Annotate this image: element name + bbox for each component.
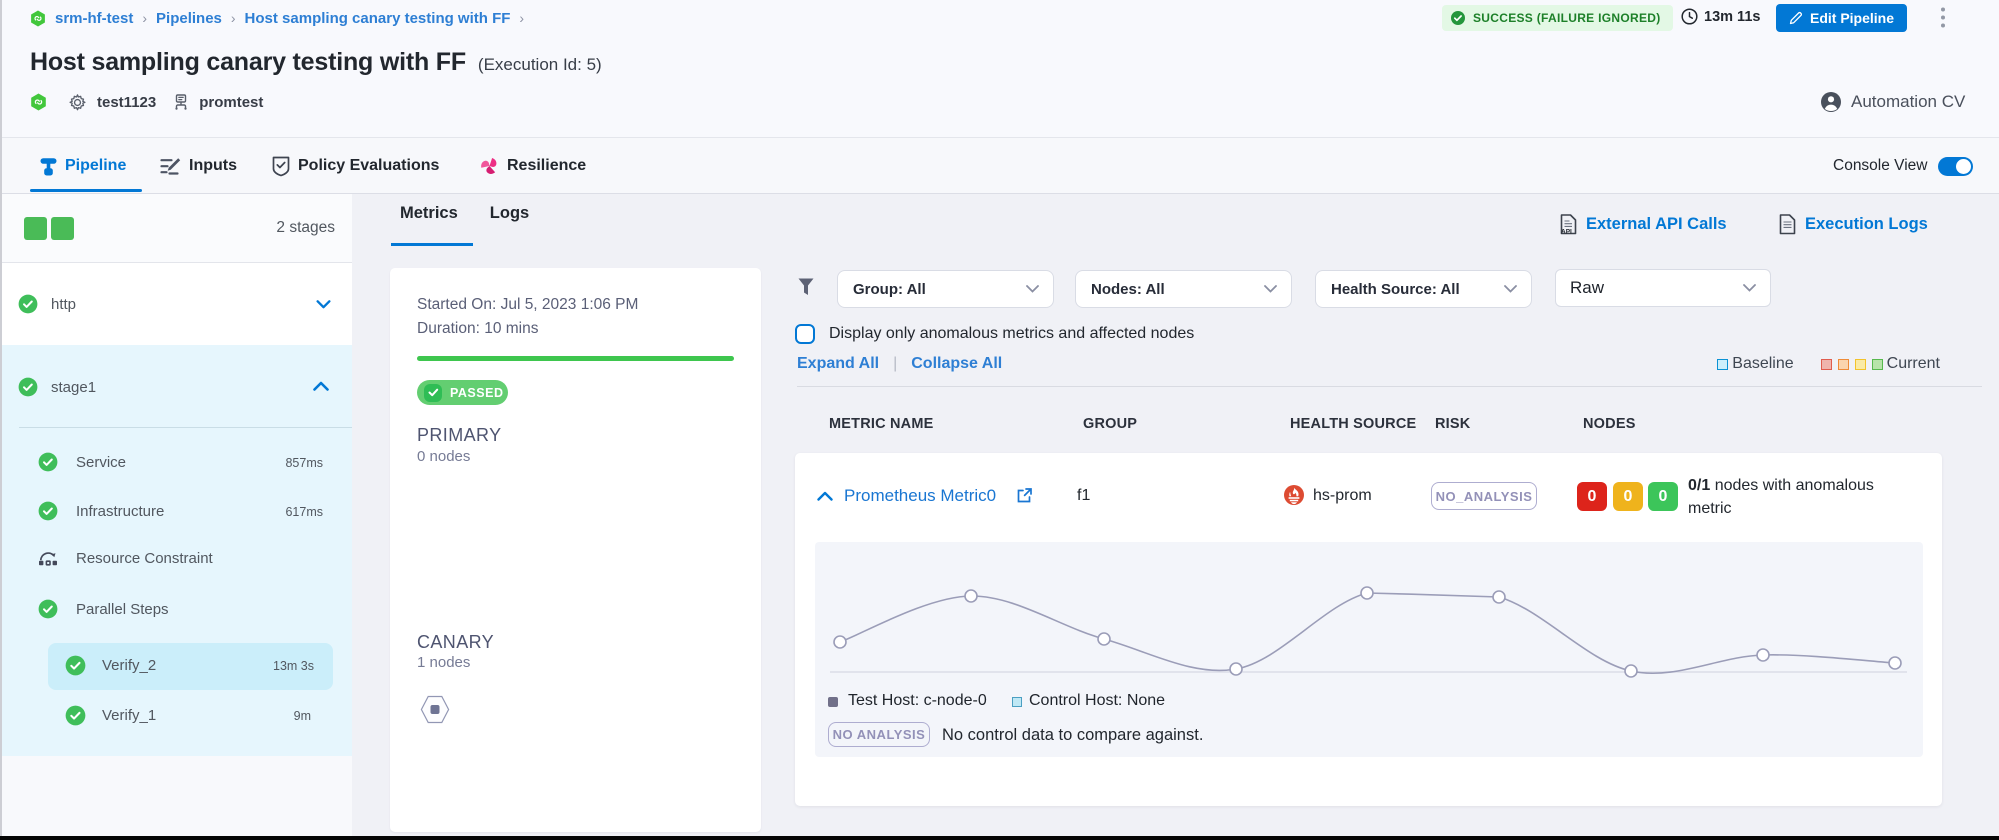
svg-text:API: API [1561, 229, 1572, 236]
